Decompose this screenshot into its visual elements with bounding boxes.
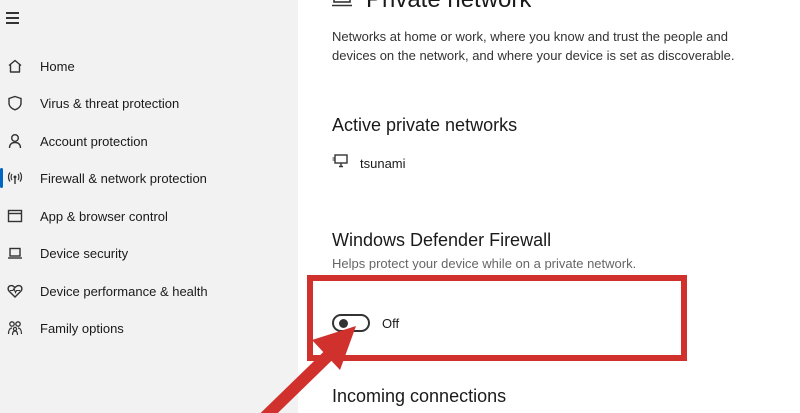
sidebar-item-account-protection[interactable]: Account protection: [0, 124, 298, 158]
firewall-description: Helps protect your device while on a pri…: [332, 258, 637, 270]
antenna-icon: [6, 169, 24, 187]
active-networks-heading: Active private networks: [332, 115, 518, 135]
annotation-highlight-box: [307, 275, 687, 361]
family-icon: [6, 319, 24, 337]
sidebar-item-firewall-network-protection[interactable]: Firewall & network protection: [0, 161, 298, 195]
sidebar-item-label: Home: [40, 58, 75, 74]
sidebar-item-label: Family options: [40, 320, 124, 336]
private-network-icon: [332, 0, 352, 7]
network-item: tsunami: [332, 153, 406, 173]
person-icon: [6, 132, 24, 150]
sidebar-item-device-security[interactable]: Device security: [0, 236, 298, 270]
home-icon: [6, 57, 24, 75]
shield-icon: [6, 94, 24, 112]
hamburger-menu-icon[interactable]: [6, 12, 20, 24]
sidebar-item-label: Account protection: [40, 133, 148, 149]
sidebar-item-virus-threat-protection[interactable]: Virus & threat protection: [0, 86, 298, 120]
firewall-description-wrap: Helps protect your device while on a pri…: [332, 258, 732, 270]
sidebar-item-label: Firewall & network protection: [40, 170, 207, 186]
sidebar-item-family-options[interactable]: Family options: [0, 311, 298, 345]
page-title-wrap: Private network: [366, 0, 531, 14]
browser-window-icon: [6, 207, 24, 225]
sidebar-item-device-performance-health[interactable]: Device performance & health: [0, 274, 298, 308]
firewall-heading: Windows Defender Firewall: [332, 230, 552, 250]
page-title: Private network: [366, 0, 531, 14]
sidebar: Home Virus & threat protection Account p…: [0, 0, 298, 413]
sidebar-item-home[interactable]: Home: [0, 49, 298, 83]
incoming-connections-heading: Incoming connections: [332, 386, 507, 406]
laptop-icon: [6, 244, 24, 262]
heart-icon: [6, 282, 24, 300]
sidebar-item-label: App & browser control: [40, 208, 168, 224]
network-name: tsunami: [360, 155, 406, 171]
sidebar-item-label: Virus & threat protection: [40, 95, 180, 111]
monitor-network-icon: [332, 153, 350, 173]
sidebar-item-app-browser-control[interactable]: App & browser control: [0, 199, 298, 233]
page-description: Networks at home or work, where you know…: [332, 29, 735, 63]
sidebar-item-label: Device performance & health: [40, 283, 208, 299]
sidebar-item-label: Device security: [40, 245, 129, 261]
